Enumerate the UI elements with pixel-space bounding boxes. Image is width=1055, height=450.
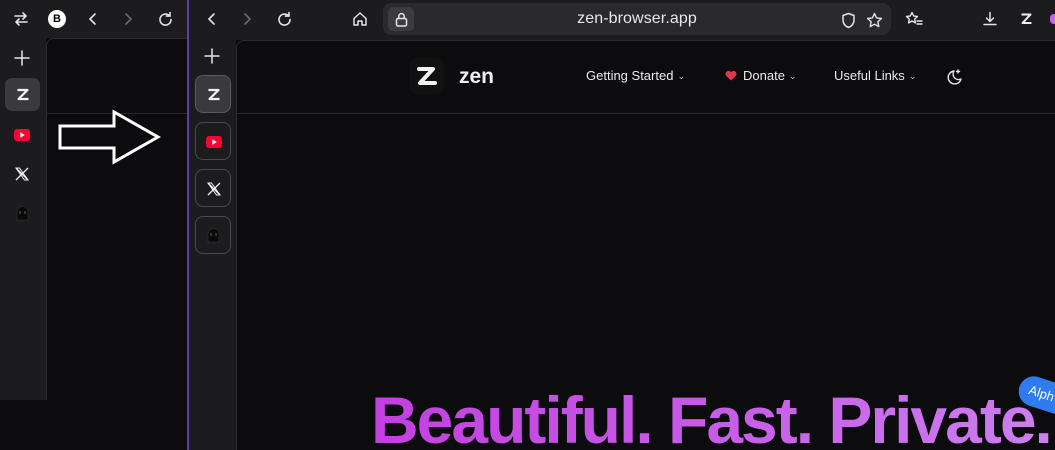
extension-dot-icon[interactable] (1050, 14, 1055, 24)
chevron-down-icon: ⌄ (788, 71, 797, 81)
mascot-icon[interactable] (13, 205, 31, 223)
right-arrow-icon (56, 108, 162, 166)
zen-logo-icon (205, 86, 222, 103)
essential-tab-zen[interactable] (195, 75, 231, 113)
shield-icon[interactable] (838, 10, 858, 30)
swap-arrows-icon[interactable] (10, 8, 32, 30)
left-tab-zen[interactable] (5, 78, 40, 111)
home-icon[interactable] (349, 8, 371, 30)
left-window-content (46, 38, 188, 400)
essential-tab-other[interactable] (195, 216, 231, 254)
reload-icon[interactable] (154, 8, 176, 30)
zen-logo-icon[interactable] (409, 58, 445, 94)
nav-label: Getting Started (586, 68, 674, 83)
plus-icon[interactable] (12, 48, 32, 68)
x-logo-icon[interactable] (13, 165, 31, 183)
url-text[interactable]: zen-browser.app (383, 10, 891, 28)
download-icon[interactable] (979, 8, 1001, 30)
plus-icon[interactable] (202, 46, 222, 66)
chevron-down-icon: ⌄ (908, 71, 917, 81)
site-brand[interactable]: zen (459, 65, 494, 89)
zen-logo-icon (14, 86, 31, 103)
nav-donate[interactable]: Donate ⌄ (725, 68, 796, 83)
essential-tab-youtube[interactable] (195, 122, 231, 160)
youtube-icon[interactable] (13, 126, 31, 144)
chevron-left-icon[interactable] (82, 8, 104, 30)
youtube-icon (205, 133, 222, 150)
x-logo-icon (205, 180, 222, 197)
chevron-left-icon[interactable] (201, 8, 223, 30)
left-window-bottom (0, 400, 188, 450)
web-content: zen Getting Started ⌄ Donate ⌄ Useful Link… (236, 40, 1055, 450)
profile-badge[interactable]: B (48, 10, 66, 28)
star-icon[interactable] (864, 10, 884, 30)
nav-label: Useful Links (834, 68, 905, 83)
hero-title: Beautiful. Fast. Private. (371, 387, 1053, 450)
chevron-right-icon[interactable] (117, 8, 139, 30)
left-window-toolbar: B (0, 0, 188, 38)
mascot-icon (205, 227, 222, 244)
moon-stars-icon[interactable] (944, 66, 966, 88)
heart-icon (725, 70, 737, 81)
nav-label: Donate (743, 68, 785, 83)
site-header: zen Getting Started ⌄ Donate ⌄ Useful Link… (237, 41, 1055, 114)
star-list-icon[interactable] (903, 8, 925, 30)
essential-tab-x[interactable] (195, 169, 231, 207)
nav-getting-started[interactable]: Getting Started ⌄ (586, 68, 685, 83)
zen-logo-icon[interactable] (1015, 8, 1037, 30)
nav-useful-links[interactable]: Useful Links ⌄ (834, 68, 916, 83)
reload-icon[interactable] (273, 8, 295, 30)
chevron-down-icon: ⌄ (677, 71, 685, 81)
chevron-right-icon[interactable] (236, 8, 258, 30)
url-bar[interactable]: zen-browser.app (383, 3, 891, 35)
